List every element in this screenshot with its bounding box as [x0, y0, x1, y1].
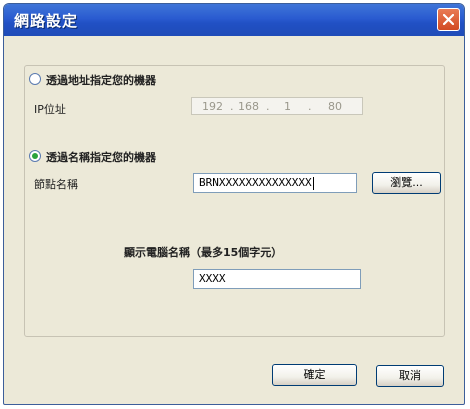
address-option-label[interactable]: 透過地址指定您的機器 [46, 72, 156, 88]
cancel-button[interactable]: 取消 [376, 365, 444, 387]
radio-selected-dot [32, 153, 38, 159]
name-radio[interactable] [29, 150, 41, 162]
ip-separator-3: . [308, 100, 312, 113]
network-settings-dialog: 網路設定 透過地址指定您的機器 IP位址 192 . 168 . 1 . 80 … [3, 3, 465, 405]
address-radio[interactable] [29, 73, 41, 85]
ok-button[interactable]: 確定 [272, 364, 357, 386]
ip-address-field[interactable]: 192 . 168 . 1 . 80 [191, 97, 363, 115]
ip-separator-2: . [266, 100, 270, 113]
browse-button[interactable]: 瀏覽... [372, 172, 441, 194]
node-name-label: 節點名稱 [34, 178, 78, 191]
node-name-input[interactable]: BRNXXXXXXXXXXXXXX [193, 173, 357, 193]
display-name-input[interactable]: XXXX [193, 269, 361, 289]
name-option-label[interactable]: 透過名稱指定您的機器 [46, 149, 156, 165]
ip-octet-4: 80 [328, 100, 342, 113]
ip-address-label: IP位址 [34, 103, 66, 116]
close-icon [443, 14, 454, 25]
ip-octet-2: 168 [238, 100, 259, 113]
close-button[interactable] [437, 8, 460, 31]
ip-separator-1: . [230, 100, 234, 113]
ip-octet-1: 192 [202, 100, 223, 113]
ip-octet-3: 1 [284, 100, 291, 113]
node-name-value: BRNXXXXXXXXXXXXXX [199, 176, 312, 189]
window-title: 網路設定 [14, 12, 79, 30]
text-caret [312, 176, 314, 190]
title-bar[interactable]: 網路設定 [4, 4, 464, 36]
display-name-label: 顯示電腦名稱（最多15個字元） [124, 246, 283, 259]
